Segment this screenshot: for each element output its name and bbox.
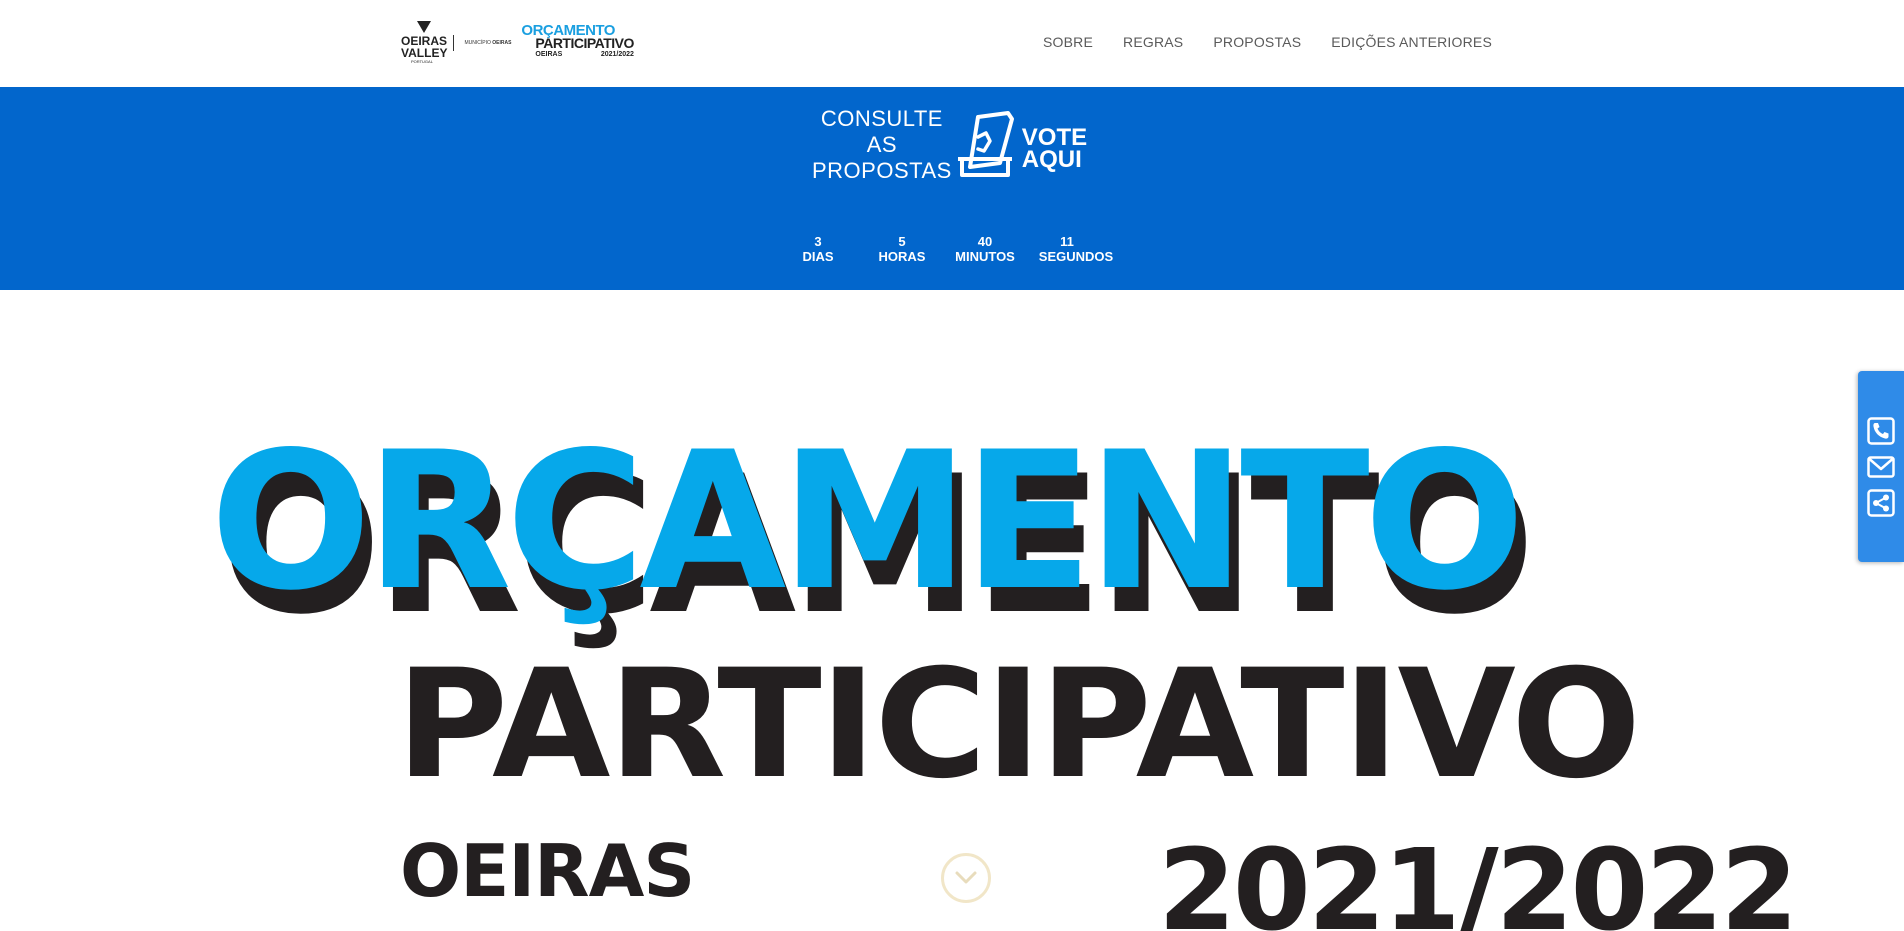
ballot-box-icon <box>957 111 1014 177</box>
op-logo-year: 2021/2022 <box>600 51 634 58</box>
vote-line2: AQUI <box>1021 146 1082 173</box>
hero-city: OEIRAS <box>400 829 695 913</box>
op-logo-line3: OEIRAS 2021/2022 <box>535 49 634 61</box>
site-header: OEIRAS VALLEY PORTUGAL MUNICÍPIO OEIRAS … <box>0 0 1904 88</box>
municipio-name: OEIRAS <box>492 40 512 46</box>
municipio-prefix: MUNICÍPIO <box>464 40 491 46</box>
countdown-seconds-label: SEGUNDOS <box>1038 249 1114 264</box>
consulte-line3: PROPOSTAS <box>812 158 952 183</box>
countdown-minutes-value: 40 <box>977 234 993 249</box>
countdown-hours-value: 5 <box>898 234 906 249</box>
countdown-days-value: 3 <box>814 234 822 249</box>
vote-cta-link[interactable]: CONSULTE AS PROPOSTAS VOTE AQUI <box>812 106 1087 184</box>
side-contact-bar <box>1858 371 1904 562</box>
logo-divider <box>453 35 455 51</box>
phone-icon[interactable] <box>1867 417 1895 445</box>
countdown-timer: 3 DIAS 5 HORAS 40 MINUTOS 11 SEGUNDOS <box>790 234 1116 264</box>
envelope-icon[interactable] <box>1867 453 1895 481</box>
hero-title-orcamento: ORÇAMENTO <box>210 411 1525 632</box>
main-nav: SOBRE REGRAS PROPOSTAS EDIÇÕES ANTERIORE… <box>1043 34 1492 50</box>
orcamento-participativo-logo: ORÇAMENTO PARTICIPATIVO OEIRAS 2021/2022 <box>521 23 634 61</box>
countdown-days: 3 DIAS <box>790 234 846 264</box>
scroll-down-button[interactable] <box>941 853 991 903</box>
oeiras-logo-tiny: PORTUGAL <box>411 59 433 64</box>
countdown-days-label: DIAS <box>802 249 834 264</box>
oeiras-logo-line2: VALLEY <box>401 46 448 60</box>
consulte-line1: CONSULTE <box>820 106 943 131</box>
hero-title-participativo: PARTICIPATIVO <box>396 638 1641 812</box>
consulte-line2: AS <box>866 132 898 157</box>
share-icon[interactable] <box>1867 489 1895 517</box>
op-logo-line2: PARTICIPATIVO <box>535 35 634 51</box>
hero-year: 2021/2022 <box>1158 826 1798 931</box>
municipio-label: MUNICÍPIO OEIRAS <box>464 40 511 46</box>
countdown-hours: 5 HORAS <box>874 234 930 264</box>
oeiras-valley-logo: OEIRAS VALLEY PORTUGAL <box>401 21 447 65</box>
nav-regras[interactable]: REGRAS <box>1123 34 1183 50</box>
hero-section: ORÇAMENTO PARTICIPATIVO OEIRAS 2021/2022 <box>0 290 1904 931</box>
nav-propostas[interactable]: PROPOSTAS <box>1213 34 1301 50</box>
countdown-minutes-label: MINUTOS <box>955 249 1015 264</box>
chevron-down-icon <box>955 871 977 884</box>
countdown-hours-label: HORAS <box>878 249 926 264</box>
countdown-seconds: 11 SEGUNDOS <box>1036 234 1116 264</box>
site-logo[interactable]: OEIRAS VALLEY PORTUGAL MUNICÍPIO OEIRAS … <box>401 20 634 66</box>
countdown-minutes: 40 MINUTOS <box>952 234 1018 264</box>
nav-edicoes-anteriores[interactable]: EDIÇÕES ANTERIORES <box>1331 34 1492 50</box>
nav-sobre[interactable]: SOBRE <box>1043 34 1093 50</box>
vote-aqui-text: VOTE AQUI <box>1021 126 1087 173</box>
consulte-propostas-text: CONSULTE AS PROPOSTAS <box>812 106 952 184</box>
countdown-seconds-value: 11 <box>1060 234 1074 249</box>
op-logo-city: OEIRAS <box>535 51 563 58</box>
oeiras-v-mark-icon <box>417 21 431 33</box>
